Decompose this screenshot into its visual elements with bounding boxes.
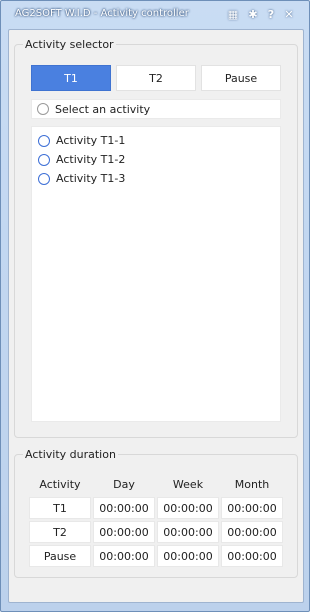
header-month: Month [234, 477, 270, 491]
week-value: 00:00:00 [157, 497, 219, 519]
close-icon[interactable]: ✕ [282, 7, 296, 21]
week-value: 00:00:00 [157, 521, 219, 543]
list-item-activity-t1-1[interactable]: Activity T1-1 [38, 132, 125, 149]
client-area: Activity selector T1 T2 Pause Select an … [8, 29, 304, 603]
radio-icon[interactable] [38, 172, 50, 185]
gear-icon[interactable]: ✱ [246, 7, 260, 21]
activity-selector-group: Activity selector T1 T2 Pause Select an … [14, 38, 298, 438]
table-row: T2 00:00:00 00:00:00 00:00:00 [29, 521, 283, 543]
activity-label: Activity T1-3 [56, 172, 126, 185]
tab-t2-label: T2 [149, 71, 163, 85]
header-day: Day [113, 477, 135, 491]
row-label: Pause [29, 545, 91, 567]
tab-t2[interactable]: T2 [116, 65, 196, 91]
tab-t1[interactable]: T1 [31, 65, 111, 91]
tab-pause-label: Pause [224, 71, 258, 85]
day-value: 00:00:00 [93, 497, 155, 519]
duration-table: Activity Day Week Month T1 00:00:00 00:0… [27, 471, 285, 569]
radio-icon[interactable] [37, 103, 49, 115]
table-row: Pause 00:00:00 00:00:00 00:00:00 [29, 545, 283, 567]
title-bar[interactable]: AG2SOFT W.I.D - Activity controller ▦ ✱ … [1, 1, 309, 29]
radio-icon[interactable] [38, 134, 50, 147]
activity-selector-title: Activity selector [23, 38, 116, 51]
window-title: AG2SOFT W.I.D - Activity controller [15, 8, 189, 19]
activity-list: Activity T1-1 Activity T1-2 Activity T1-… [31, 126, 281, 422]
activity-duration-title: Activity duration [23, 448, 118, 461]
day-value: 00:00:00 [93, 521, 155, 543]
table-row: T1 00:00:00 00:00:00 00:00:00 [29, 497, 283, 519]
tab-t1-label: T1 [64, 71, 78, 85]
header-activity: Activity [39, 477, 81, 491]
row-label: T2 [29, 521, 91, 543]
month-value: 00:00:00 [221, 521, 283, 543]
header-week: Week [172, 477, 204, 491]
month-value: 00:00:00 [221, 545, 283, 567]
row-label: T1 [29, 497, 91, 519]
table-header-row: Activity Day Week Month [29, 473, 283, 495]
tab-pause[interactable]: Pause [201, 65, 281, 91]
radio-icon[interactable] [38, 153, 50, 166]
activity-label: Activity T1-2 [56, 153, 126, 166]
select-activity-option[interactable]: Select an activity [31, 99, 281, 119]
list-item-activity-t1-2[interactable]: Activity T1-2 [38, 151, 125, 168]
activity-duration-group: Activity duration Activity Day Week Mont… [14, 448, 298, 578]
calculator-icon[interactable]: ▦ [226, 7, 240, 21]
list-item-activity-t1-3[interactable]: Activity T1-3 [38, 170, 125, 187]
month-value: 00:00:00 [221, 497, 283, 519]
help-icon[interactable]: ? [264, 7, 278, 21]
week-value: 00:00:00 [157, 545, 219, 567]
select-activity-label: Select an activity [55, 102, 151, 116]
day-value: 00:00:00 [93, 545, 155, 567]
app-window: AG2SOFT W.I.D - Activity controller ▦ ✱ … [0, 0, 310, 612]
activity-label: Activity T1-1 [56, 134, 126, 147]
